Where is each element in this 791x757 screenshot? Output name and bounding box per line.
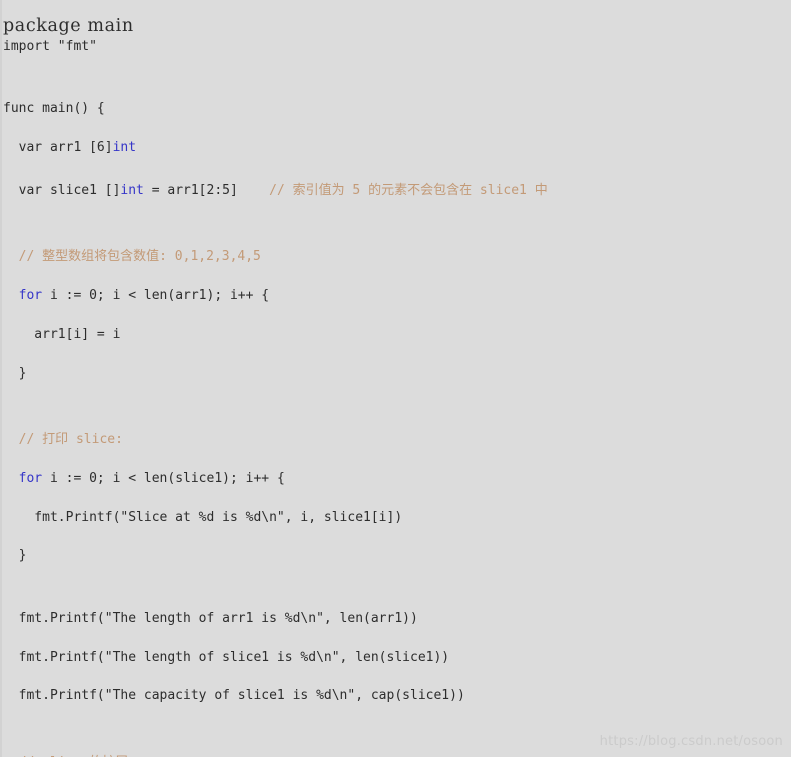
code-line: package main <box>3 15 791 39</box>
code-block[interactable]: package main import "fmt" func main() { va… <box>0 13 791 757</box>
code-token-plain: var arr1 [6] <box>3 140 113 155</box>
code-token-plain: i := 0; i < len(arr1); i++ { <box>42 288 270 303</box>
code-token-keyword: int <box>112 140 137 155</box>
code-token-plain: fmt.Printf("Slice at %d is %d\n", i, sli… <box>3 509 403 525</box>
code-token-plain: package main <box>3 16 134 36</box>
code-token-plain: fmt.Printf("The length of slice1 is %d\n… <box>3 649 450 665</box>
code-token-plain: var slice1 [] <box>3 182 121 198</box>
code-token-keyword: for <box>18 470 43 486</box>
code-token-plain: arr1[i] = i <box>3 326 121 342</box>
code-token-keyword: for <box>18 288 43 303</box>
code-token-comment: // 索引值为 5 的元素不会包含在 slice1 中 <box>269 182 548 198</box>
code-token-plain: func main() { <box>3 101 105 117</box>
code-token-plain: } <box>3 365 27 381</box>
watermark: https://blog.csdn.net/osoon <box>599 734 783 749</box>
code-token-plain: = arr1[2:5] <box>143 182 270 198</box>
code-token-comment: // 整型数组将包含数值: 0,1,2,3,4,5 <box>3 249 261 265</box>
code-token-keyword: int <box>120 182 144 198</box>
code-token-plain: i := 0; i < len(slice1); i++ { <box>42 470 285 486</box>
code-token-comment: // 打印 slice: <box>3 432 123 447</box>
code-token-plain: import "fmt" <box>3 38 97 54</box>
code-token-plain: fmt.Printf("The length of arr1 is %d\n",… <box>3 610 418 626</box>
code-token-plain: fmt.Printf("The capacity of slice1 is %d… <box>3 688 465 704</box>
code-screenshot: package main import "fmt" func main() { va… <box>0 0 791 757</box>
code-token-plain: } <box>3 548 27 564</box>
